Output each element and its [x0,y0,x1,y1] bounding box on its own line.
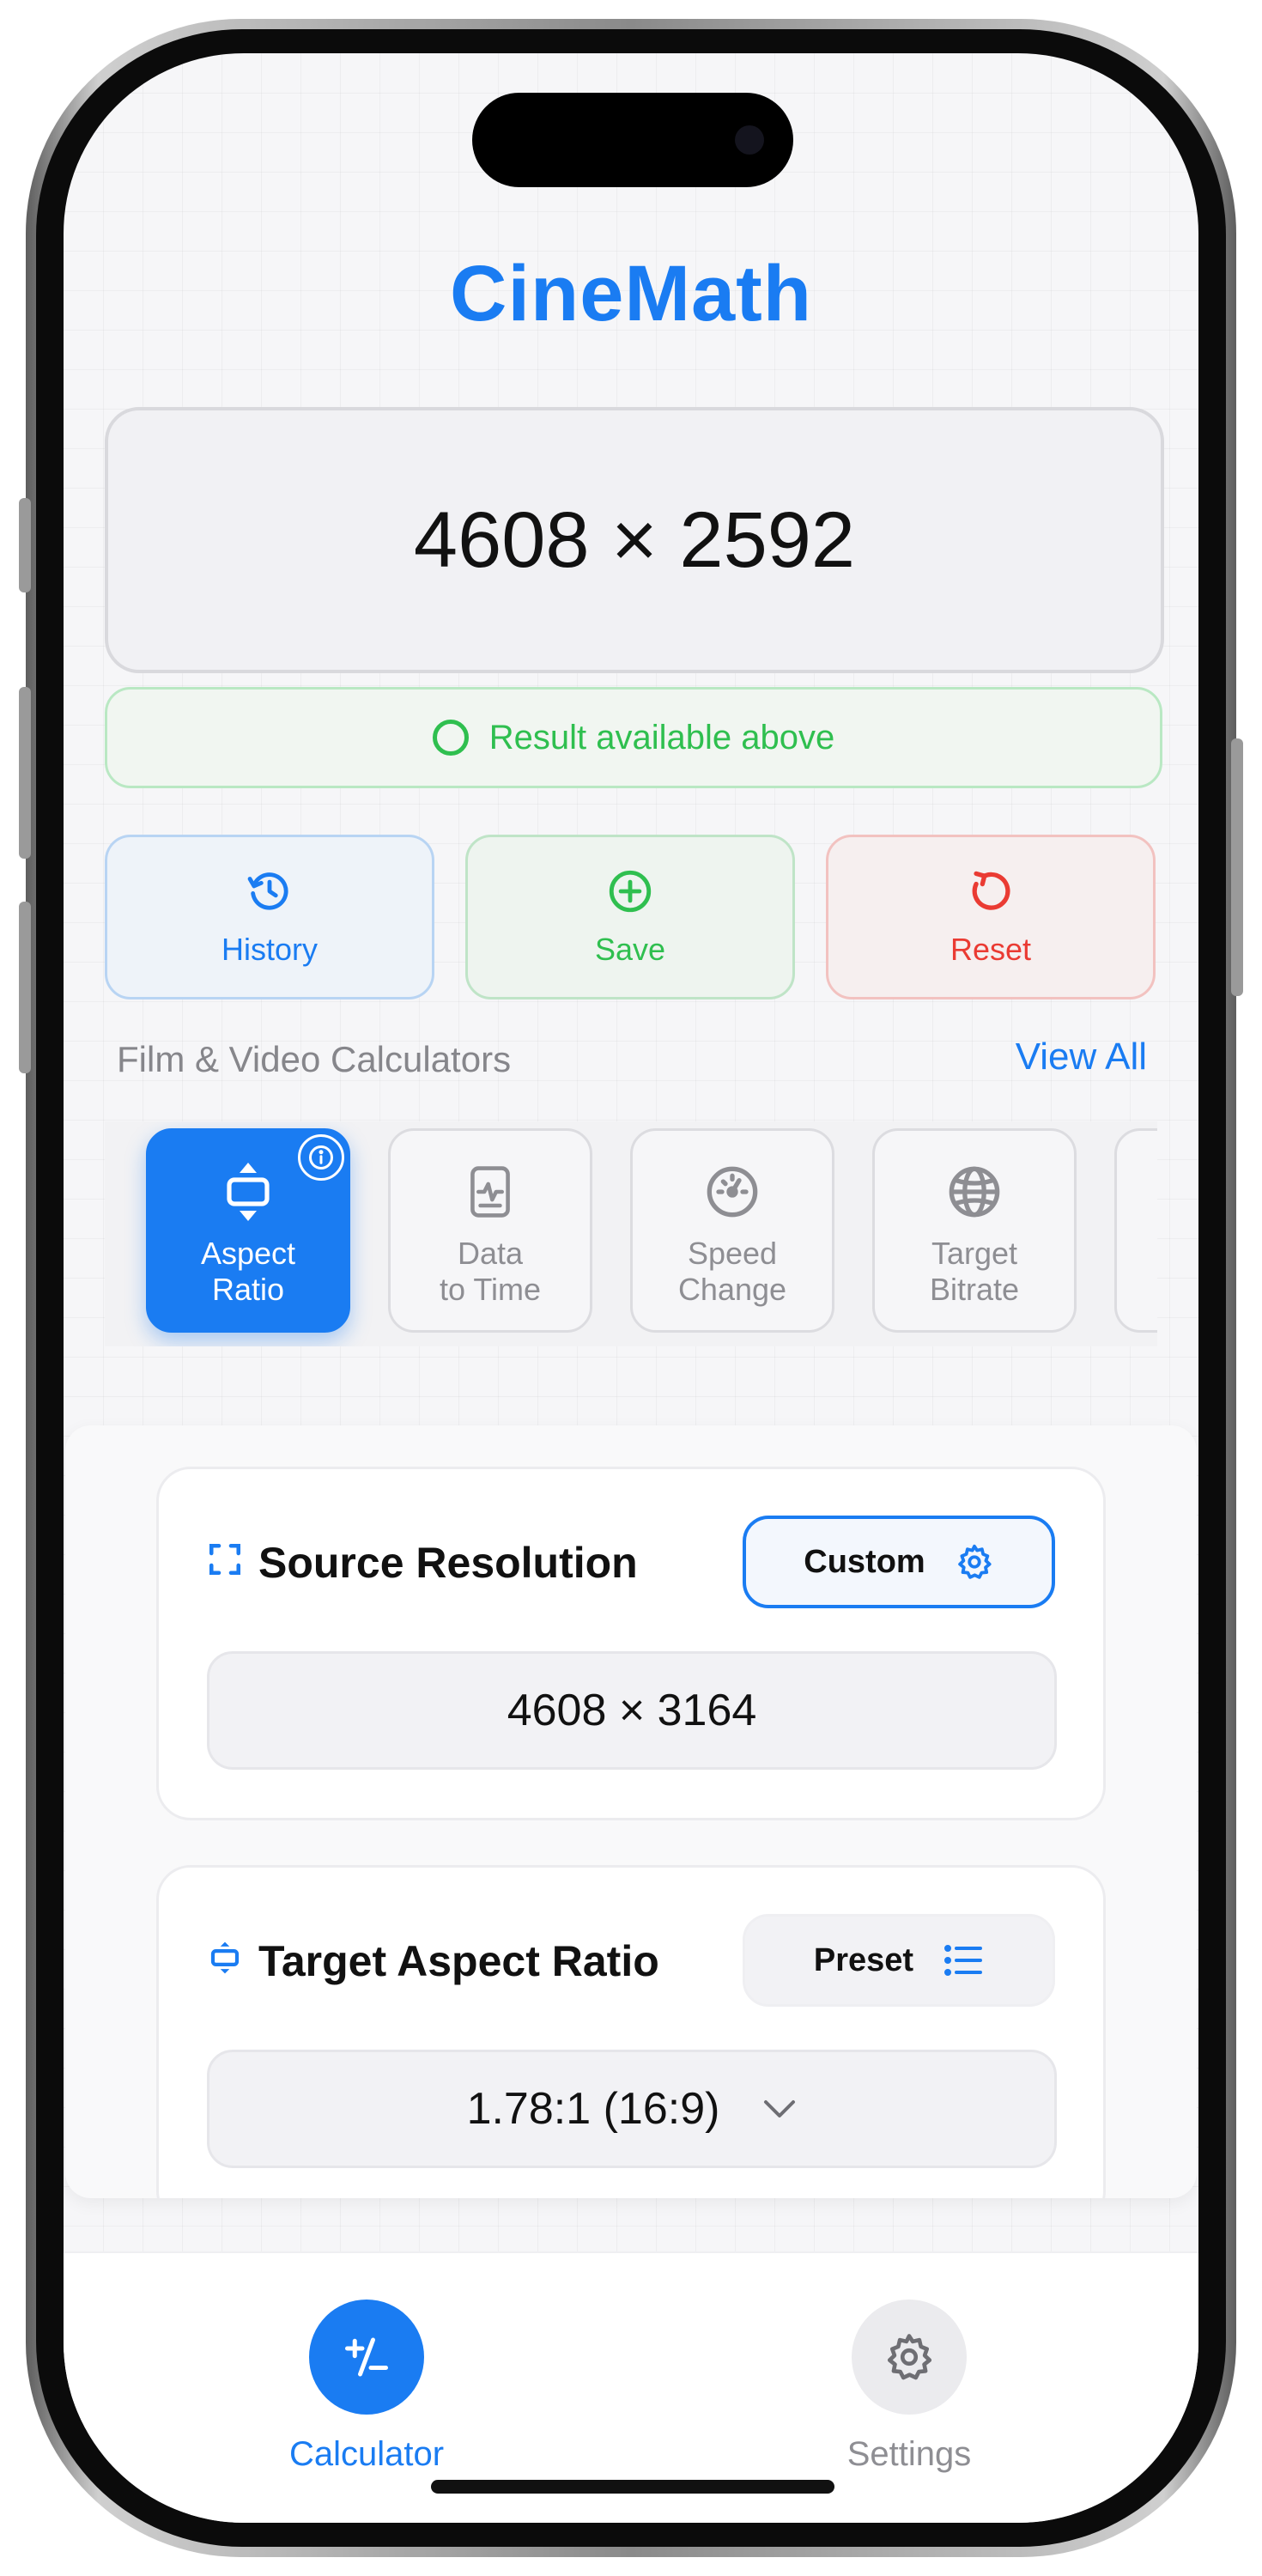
target-aspect-ratio-select[interactable]: 1.78:1 (16:9) [207,2050,1057,2168]
dynamic-island [472,93,793,187]
source-resolution-card: Source Resolution Custom 4608 × 3164 [156,1467,1106,1820]
reset-icon [972,871,1010,910]
calc-tile-partial[interactable] [1114,1128,1157,1333]
status-banner: Result available above [105,687,1162,788]
preset-mode-label: Preset [813,1941,914,1978]
calc-tile-aspect-ratio[interactable]: Aspect Ratio [146,1128,350,1333]
reset-button[interactable]: Reset [826,835,1156,999]
calc-tile-speed-change[interactable]: Speed Change [630,1128,834,1333]
app-screen: CineMath 4608 × 2592 Result available ab… [64,53,1198,2523]
tab-calculator-label[interactable]: Calculator [238,2435,495,2474]
reset-label: Reset [950,932,1032,967]
aspect-ratio-icon [227,1163,270,1221]
source-resolution-field[interactable]: 4608 × 3164 [207,1651,1057,1770]
volume-down-button [19,902,31,1073]
info-button[interactable] [298,1134,344,1181]
plus-minus-icon [345,2337,388,2377]
calc-tile-target-bitrate[interactable]: Target Bitrate [872,1128,1077,1333]
volume-up-button [19,687,31,859]
section-label: Film & Video Calculators [117,1039,512,1079]
calc-tile-data-to-time[interactable]: Data to Time [388,1128,592,1333]
tab-settings[interactable] [852,2300,967,2415]
custom-mode-label: Custom [804,1543,925,1580]
calc-label-line1: Data [457,1236,524,1271]
source-resolution-title: Source Resolution [258,1539,638,1587]
plus-circle-icon [609,870,652,913]
history-icon [247,872,288,910]
tab-settings-label[interactable]: Settings [780,2435,1038,2474]
calculator-carousel[interactable]: Aspect Ratio Data to Time Speed Change T… [105,1121,1157,1346]
camera-icon [735,125,764,155]
save-button[interactable]: Save [465,835,795,999]
view-all-link[interactable]: View All [1016,1036,1147,1078]
source-resolution-value: 4608 × 3164 [507,1686,757,1735]
status-text: Result available above [488,718,835,756]
frame-corners-icon [209,1543,241,1576]
target-aspect-ratio-value: 1.78:1 (16:9) [466,2084,720,2134]
preset-mode-button[interactable]: Preset [743,1914,1055,2007]
gear-icon [957,1544,992,1579]
calc-label-line1: Target [931,1236,1018,1271]
document-icon [470,1166,510,1218]
home-indicator[interactable] [431,2480,834,2494]
chevron-down-icon [764,2100,796,2117]
result-value: 4608 × 2592 [413,495,856,584]
power-button [1231,738,1243,996]
calc-label-line2: Change [677,1272,787,1307]
list-icon [944,1945,983,1976]
action-button [19,498,31,592]
calc-label-line2: Bitrate [929,1272,1020,1307]
calc-label-line2: to Time [439,1272,542,1307]
history-button[interactable]: History [105,835,434,999]
app-title: CineMath [450,250,812,337]
calc-label-line1: Speed [687,1236,778,1271]
target-aspect-ratio-card: Target Aspect Ratio Preset 1.78:1 (16:9) [156,1865,1106,2198]
gauge-icon [707,1166,758,1218]
result-display: 4608 × 2592 [105,407,1164,673]
custom-mode-button[interactable]: Custom [743,1516,1055,1608]
info-icon [309,1145,333,1170]
calc-label-line2: Ratio [211,1272,285,1307]
calc-label-line1: Aspect [200,1236,296,1271]
history-label: History [221,932,318,967]
calculator-panel: Source Resolution Custom 4608 × 3164 Tar… [65,1425,1197,2198]
status-circle-icon [432,720,469,756]
target-aspect-ratio-title: Target Aspect Ratio [258,1937,659,1985]
save-label: Save [594,932,666,967]
globe-icon [949,1166,1000,1218]
aspect-ratio-icon [210,1941,240,1974]
gear-icon [887,2334,932,2380]
tab-calculator[interactable] [309,2300,424,2415]
